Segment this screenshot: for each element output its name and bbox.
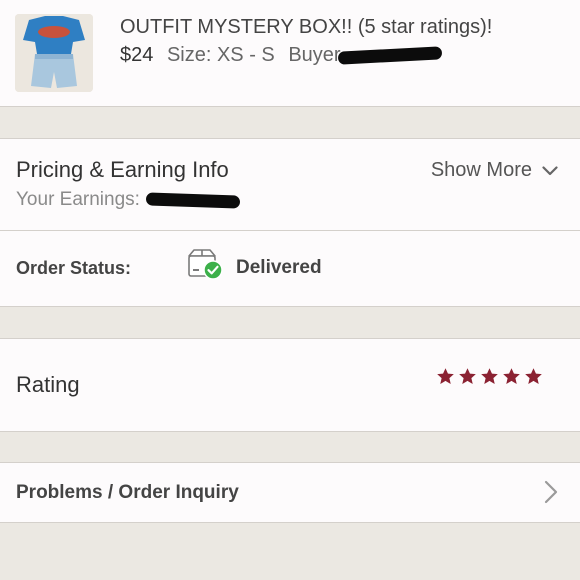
- star-icon: [459, 368, 476, 384]
- redaction-mark: [145, 192, 241, 209]
- star-icon: [481, 368, 498, 384]
- star-icon: [437, 368, 454, 384]
- divider: [0, 522, 580, 523]
- listing-thumbnail[interactable]: [15, 14, 93, 92]
- rating-section: Rating: [0, 339, 580, 431]
- problems-order-inquiry-row[interactable]: Problems / Order Inquiry: [0, 463, 580, 523]
- redaction-mark: [337, 46, 443, 65]
- star-icon: [503, 368, 520, 384]
- problems-label: Problems / Order Inquiry: [16, 482, 239, 503]
- pricing-section[interactable]: Pricing & Earning Info Your Earnings: Sh…: [0, 139, 580, 231]
- show-more-button[interactable]: Show More: [431, 159, 558, 182]
- divider: [0, 106, 580, 107]
- star-rating: [436, 367, 543, 386]
- order-status-label: Order Status:: [16, 258, 132, 278]
- delivered-box-check-icon: [186, 247, 226, 286]
- listing-summary[interactable]: OUTFIT MYSTERY BOX!! (5 star ratings)! $…: [0, 0, 580, 106]
- chevron-down-icon: [542, 165, 558, 175]
- chevron-right-icon: [544, 480, 558, 504]
- show-more-label: Show More: [430, 159, 532, 181]
- buyer-label: Buyer: [288, 44, 341, 66]
- listing-size: Size: XS - S: [166, 44, 275, 66]
- listing-meta: $24 Size: XS - S Buyer: [120, 44, 341, 67]
- divider: [0, 431, 580, 432]
- earnings-label: Your Earnings:: [16, 189, 140, 210]
- order-status-section: Order Status: Delivered: [0, 231, 580, 306]
- pricing-title: Pricing & Earning Info: [16, 157, 229, 182]
- listing-price: $24: [120, 44, 154, 66]
- order-status-value: Delivered: [236, 257, 322, 278]
- star-icon: [525, 368, 542, 384]
- listing-title: OUTFIT MYSTERY BOX!! (5 star ratings)!: [120, 16, 493, 38]
- divider: [0, 306, 580, 307]
- rating-label: Rating: [16, 372, 80, 397]
